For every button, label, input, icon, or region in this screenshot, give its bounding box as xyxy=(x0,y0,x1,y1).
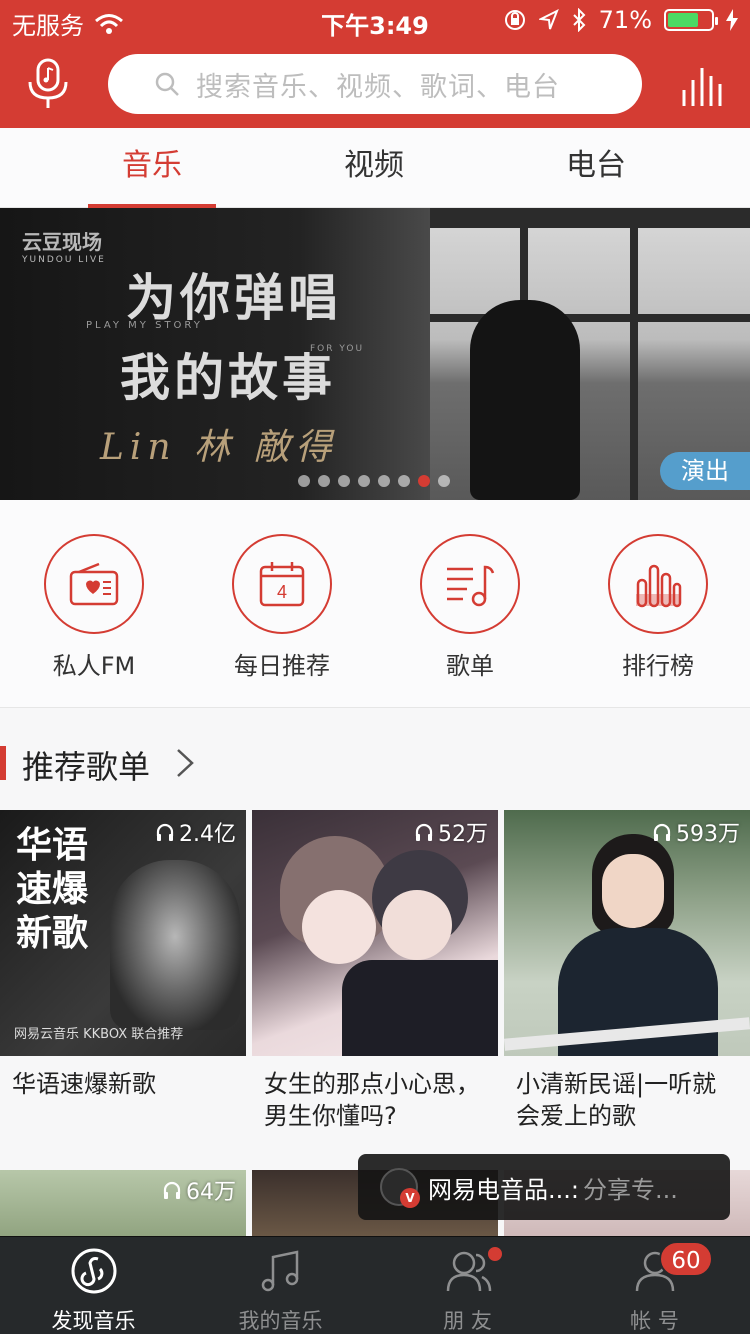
battery-percent: 71% xyxy=(598,6,652,34)
cover-footer: 网易云音乐 KKBOX 联合推荐 xyxy=(14,1027,184,1042)
friends-icon xyxy=(446,1251,492,1292)
calendar-icon: 4 xyxy=(259,562,305,607)
nav-label: 帐 号 xyxy=(630,1309,679,1333)
microphone-icon[interactable] xyxy=(26,58,70,110)
entry-label: 歌单 xyxy=(446,652,494,680)
headphones-icon xyxy=(415,823,433,841)
tab-radio[interactable]: 电台 xyxy=(516,128,676,208)
playlist-card-partial[interactable]: 64万 xyxy=(0,1170,246,1240)
playlist-cover: 52万 xyxy=(252,810,498,1056)
nav-discover[interactable]: 发现音乐 xyxy=(0,1237,187,1334)
chevron-right-icon xyxy=(177,749,194,777)
banner-artist: Lin 林 敵得 xyxy=(100,427,338,468)
banner-title-line2: 我的故事 xyxy=(120,348,336,407)
charging-icon xyxy=(726,9,738,31)
entry-label: 排行榜 xyxy=(622,652,694,680)
cover-text: 华语 速爆 新歌 xyxy=(16,825,89,954)
header: 无服务 下午3:49 71% 搜索音乐、视频、歌词、电台 xyxy=(0,0,750,128)
playlist-card[interactable]: 593万 小清新民谣|一听就会爱上的歌 xyxy=(504,810,750,1132)
banner-dot[interactable] xyxy=(298,475,310,487)
battery-icon xyxy=(664,9,718,31)
headphones-icon xyxy=(156,823,174,841)
nav-label: 发现音乐 xyxy=(51,1309,136,1333)
banner-dot[interactable] xyxy=(358,475,370,487)
banner-logo: 云豆现场 YUNDOU LIVE xyxy=(22,230,106,265)
entry-personal-fm[interactable]: 私人FM xyxy=(24,534,164,681)
banner-page-dots[interactable] xyxy=(298,475,450,487)
playlist-card[interactable]: 52万 女生的那点小心思，男生你懂吗? xyxy=(252,810,498,1132)
banner-dot[interactable] xyxy=(398,475,410,487)
play-count: 52万 xyxy=(414,816,488,848)
now-playing-icon[interactable] xyxy=(680,64,724,108)
tab-music[interactable]: 音乐 xyxy=(72,128,232,208)
status-bar: 无服务 下午3:49 71% xyxy=(0,0,750,40)
playlist-name: 女生的那点小心思，男生你懂吗? xyxy=(264,1070,480,1130)
toast-subtitle: 分享专... xyxy=(582,1175,678,1204)
search-bar[interactable]: 搜索音乐、视频、歌词、电台 xyxy=(108,54,642,114)
banner-dot[interactable] xyxy=(338,475,350,487)
banner-dot[interactable] xyxy=(438,475,450,487)
playlist-name: 华语速爆新歌 xyxy=(12,1070,156,1098)
radio-heart-icon xyxy=(69,562,119,606)
entry-charts[interactable]: 排行榜 xyxy=(588,534,728,681)
entry-label: 每日推荐 xyxy=(234,652,330,680)
toast-title: 网易电音品...: xyxy=(428,1175,579,1204)
banner-dot[interactable] xyxy=(418,475,430,487)
nav-label: 朋 友 xyxy=(443,1309,492,1333)
banner-badge: 演出 xyxy=(660,452,750,490)
section-header-recommended-playlists[interactable]: 推荐歌单 xyxy=(0,738,750,794)
banner-title-line1: 为你弹唱 xyxy=(126,268,342,327)
banner-dot[interactable] xyxy=(378,475,390,487)
playlist-card[interactable]: 华语 速爆 新歌 网易云音乐 KKBOX 联合推荐 2.4亿 华语速爆新歌 xyxy=(0,810,246,1100)
banner-person-silhouette xyxy=(470,300,580,500)
section-accent-bar xyxy=(0,746,6,780)
nav-my-music[interactable]: 我的音乐 xyxy=(187,1237,374,1334)
banner-dot[interactable] xyxy=(318,475,330,487)
tab-video[interactable]: 视频 xyxy=(294,128,454,208)
chart-bars-icon xyxy=(636,564,682,608)
play-count: 593万 xyxy=(652,816,740,848)
notification-dot xyxy=(486,1245,504,1263)
search-icon xyxy=(155,72,179,96)
entry-label: 私人FM xyxy=(52,652,136,680)
playlist-cover: 华语 速爆 新歌 网易云音乐 KKBOX 联合推荐 2.4亿 xyxy=(0,810,246,1056)
headphones-icon xyxy=(653,823,671,841)
now-playing-toast[interactable]: V 网易电音品...: 分享专... xyxy=(358,1154,730,1220)
bluetooth-icon xyxy=(572,8,586,32)
top-tabs: 音乐 视频 电台 xyxy=(0,128,750,208)
nav-friends[interactable]: 朋 友 xyxy=(374,1237,561,1334)
entry-daily-recommend[interactable]: 4 每日推荐 xyxy=(212,534,352,681)
notification-count-badge: 60 xyxy=(659,1241,713,1277)
play-count: 64万 xyxy=(162,1174,236,1206)
music-note-icon xyxy=(261,1250,299,1292)
banner-carousel[interactable]: 云豆现场 YUNDOU LIVE PLAY MY STORY FOR YOU 为… xyxy=(0,208,750,500)
toast-logo: V xyxy=(380,1168,420,1208)
search-placeholder: 搜索音乐、视频、歌词、电台 xyxy=(196,71,560,103)
location-icon xyxy=(538,9,559,30)
quick-entries: 私人FM 4 每日推荐 歌单 排行榜 xyxy=(0,500,750,708)
playlist-note-icon xyxy=(447,565,495,607)
playlist-name: 小清新民谣|一听就会爱上的歌 xyxy=(516,1070,717,1130)
bottom-nav: 发现音乐 我的音乐 朋 友 60 帐 号 xyxy=(0,1236,750,1334)
headphones-icon xyxy=(163,1181,181,1199)
playlist-cover: 593万 xyxy=(504,810,750,1056)
svg-text:4: 4 xyxy=(277,582,287,602)
nav-account[interactable]: 60 帐 号 xyxy=(561,1237,748,1334)
rotation-lock-icon xyxy=(504,10,525,30)
section-title: 推荐歌单 xyxy=(22,748,151,786)
nav-label: 我的音乐 xyxy=(238,1309,323,1333)
play-count: 2.4亿 xyxy=(155,816,236,848)
entry-playlists[interactable]: 歌单 xyxy=(400,534,540,681)
netease-logo-icon xyxy=(71,1248,117,1294)
